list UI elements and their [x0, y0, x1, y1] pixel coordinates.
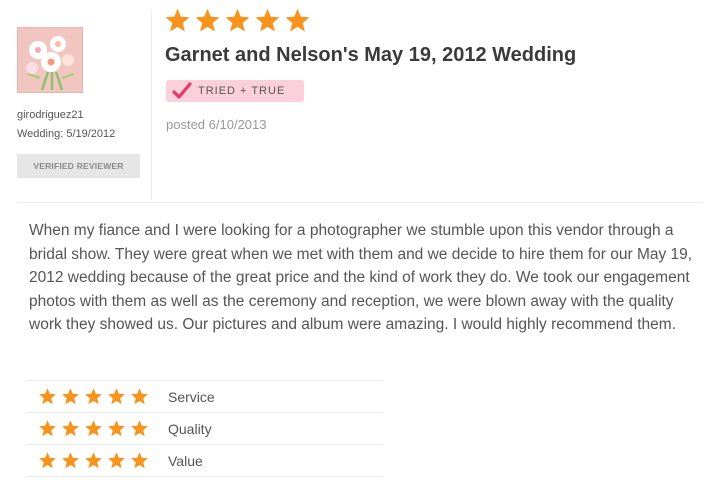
- verified-reviewer-badge: VERIFIED REVIEWER: [17, 154, 140, 178]
- star-icon: [195, 8, 220, 32]
- tried-true-badge: TRIED + TRUE: [166, 80, 304, 102]
- star-icon: [131, 452, 148, 469]
- star-icon: [131, 388, 148, 405]
- review-text: When my fiance and I were looking for a …: [29, 222, 693, 334]
- rating-label: Quality: [168, 420, 212, 437]
- star-icon: [39, 452, 56, 469]
- star-icon: [85, 420, 102, 437]
- reviewer-panel: girodriguez21 Wedding: 5/19/2012 VERIFIE…: [0, 0, 150, 200]
- rating-label: Service: [168, 388, 215, 405]
- rating-stars: [38, 387, 149, 406]
- star-icon: [85, 388, 102, 405]
- overall-rating-stars: [164, 7, 311, 37]
- review-title: Garnet and Nelson's May 19, 2012 Wedding: [165, 44, 577, 66]
- star-icon: [255, 8, 280, 32]
- section-divider: [17, 202, 703, 203]
- wedding-date: Wedding: 5/19/2012: [17, 128, 116, 140]
- rating-row-quality: Quality: [27, 412, 383, 444]
- star-icon: [225, 8, 250, 32]
- bouquet-avatar-icon: [18, 28, 82, 92]
- star-icon: [165, 8, 190, 32]
- star-icon: [39, 420, 56, 437]
- rating-label: Value: [168, 452, 203, 469]
- column-divider: [151, 10, 152, 200]
- badge-label: TRIED + TRUE: [198, 85, 286, 97]
- rating-stars: [38, 451, 149, 470]
- star-icon: [108, 388, 125, 405]
- star-icon: [285, 8, 310, 32]
- star-icon: [108, 452, 125, 469]
- star-icon: [108, 420, 125, 437]
- avatar[interactable]: [17, 27, 83, 93]
- posted-date: posted 6/10/2013: [166, 117, 267, 132]
- star-icon: [131, 420, 148, 437]
- star-icon: [62, 388, 79, 405]
- star-icon: [62, 452, 79, 469]
- reviewer-username[interactable]: girodriguez21: [17, 109, 84, 121]
- rating-stars: [38, 419, 149, 438]
- star-icon: [85, 452, 102, 469]
- rating-row-value: Value: [27, 444, 383, 477]
- checkmark-icon: [172, 82, 192, 99]
- category-ratings: Service Quality Value: [27, 380, 383, 477]
- star-icon: [62, 420, 79, 437]
- rating-row-service: Service: [27, 380, 383, 412]
- star-icon: [39, 388, 56, 405]
